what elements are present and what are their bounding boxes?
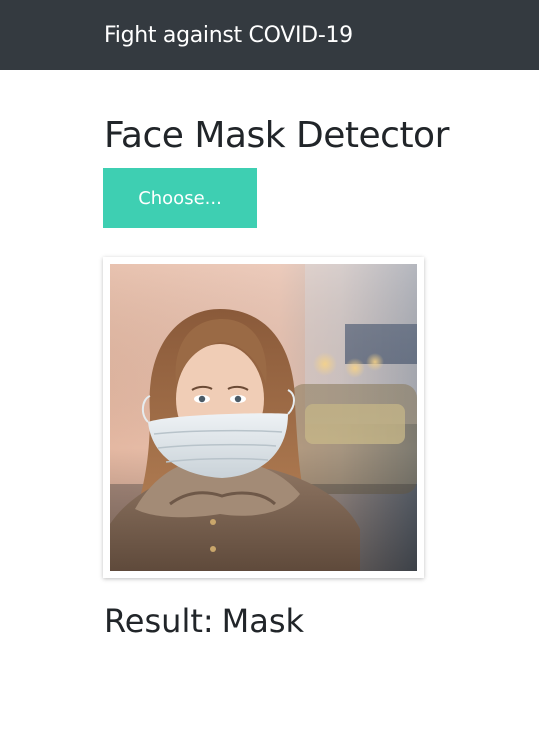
result-label: Result: <box>104 602 214 640</box>
choose-file-button[interactable]: Choose... <box>103 168 257 228</box>
top-navbar: Fight against COVID-19 <box>0 0 539 70</box>
image-preview <box>103 257 424 578</box>
result-value: Mask <box>221 602 305 640</box>
uploaded-face-photo <box>110 264 417 571</box>
result-text: Result: Mask <box>104 600 304 642</box>
page-title: Face Mask Detector <box>104 115 449 156</box>
navbar-brand[interactable]: Fight against COVID-19 <box>104 21 353 51</box>
